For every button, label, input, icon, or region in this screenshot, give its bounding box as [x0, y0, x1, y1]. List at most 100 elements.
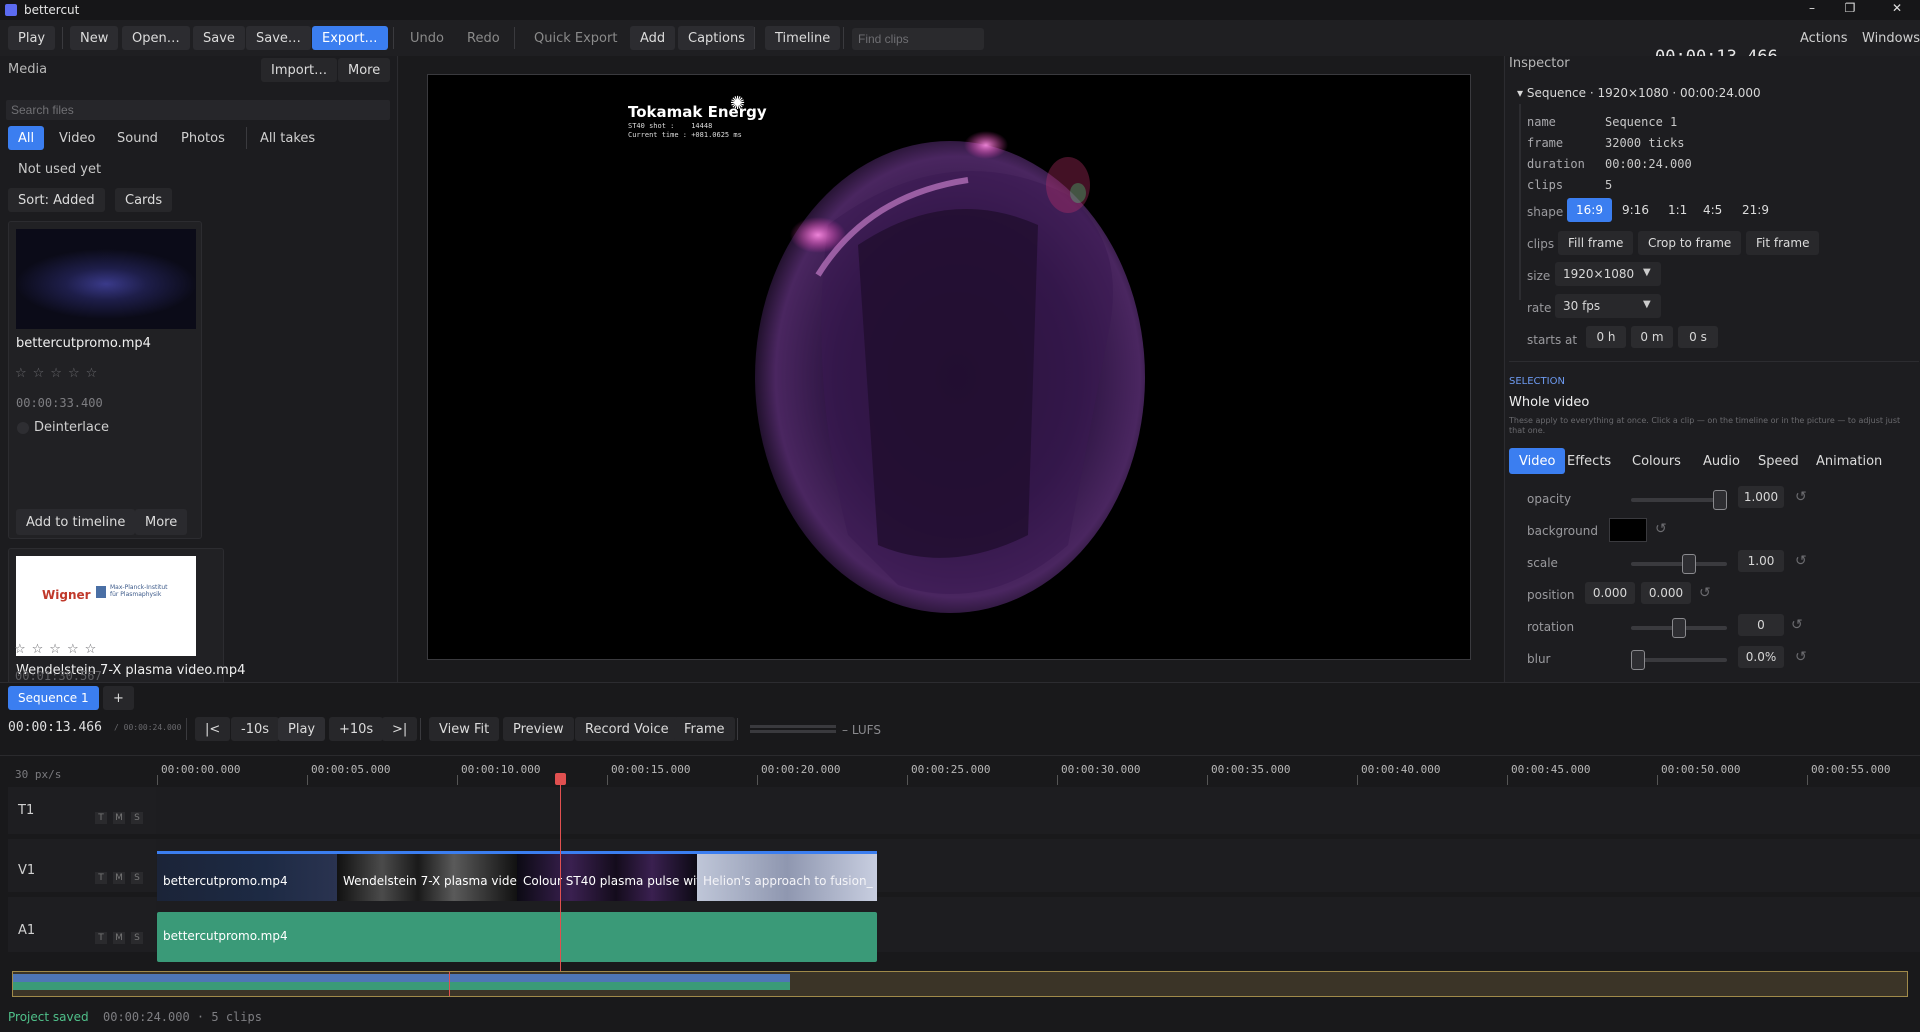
cards-button[interactable]: Cards: [115, 188, 173, 212]
start-seconds[interactable]: 0 s: [1678, 326, 1718, 348]
slider-knob[interactable]: [1672, 618, 1686, 638]
back-10s-button[interactable]: -10s: [231, 717, 280, 741]
position-y[interactable]: 0.000: [1641, 582, 1691, 604]
windows-menu[interactable]: Windows: [1852, 26, 1920, 50]
video-clip[interactable]: Helion's approach to fusion_ Ho: [697, 851, 877, 901]
rating-stars[interactable]: ☆☆☆☆☆: [15, 366, 103, 381]
track-t-toggle[interactable]: T: [95, 932, 107, 944]
crop-to-frame-button[interactable]: Crop to frame: [1638, 231, 1742, 255]
go-start-button[interactable]: |<: [195, 717, 231, 741]
track-t-toggle[interactable]: T: [95, 872, 107, 884]
media-item-more-button[interactable]: More: [135, 509, 188, 535]
rate-select[interactable]: 30 fps ▼: [1555, 294, 1661, 318]
video-clip[interactable]: bettercutpromo.mp4: [157, 851, 337, 901]
size-select[interactable]: 1920×1080 ▼: [1555, 262, 1661, 286]
reset-icon[interactable]: ↺: [1795, 649, 1807, 665]
media-card[interactable]: bettercutpromo.mp4 ☆☆☆☆☆ 00:00:33.400 De…: [8, 221, 202, 539]
scale-value[interactable]: 1.00: [1738, 550, 1784, 572]
go-end-button[interactable]: >|: [382, 717, 418, 741]
track-m-toggle[interactable]: M: [113, 872, 125, 884]
tab-animation[interactable]: Animation: [1806, 448, 1892, 474]
tab-audio[interactable]: Audio: [1693, 448, 1750, 474]
opacity-slider[interactable]: [1631, 490, 1727, 510]
fit-frame-button[interactable]: Fit frame: [1746, 231, 1820, 255]
media-more-button[interactable]: More: [338, 58, 391, 82]
sequence-tab[interactable]: Sequence 1: [8, 686, 99, 710]
actions-menu[interactable]: Actions: [1790, 26, 1858, 50]
start-minutes[interactable]: 0 m: [1631, 326, 1673, 348]
export-button[interactable]: Export…: [312, 26, 388, 50]
import-button[interactable]: Import…: [261, 58, 338, 82]
view-fit-button[interactable]: View Fit: [429, 717, 500, 741]
blur-value[interactable]: 0.0%: [1738, 646, 1784, 668]
filter-sound[interactable]: Sound: [107, 126, 168, 150]
save-as-button[interactable]: Save…: [246, 26, 311, 50]
track-s-toggle[interactable]: S: [131, 932, 143, 944]
reset-icon[interactable]: ↺: [1655, 521, 1667, 537]
blur-slider[interactable]: [1631, 650, 1727, 670]
opacity-value[interactable]: 1.000: [1738, 486, 1784, 508]
shape-21-9[interactable]: 21:9: [1732, 198, 1779, 222]
reset-icon[interactable]: ↺: [1791, 617, 1803, 633]
tab-effects[interactable]: Effects: [1557, 448, 1621, 474]
shape-16-9[interactable]: 16:9: [1567, 198, 1612, 222]
fill-frame-button[interactable]: Fill frame: [1558, 231, 1634, 255]
position-x[interactable]: 0.000: [1585, 582, 1635, 604]
shape-1-1[interactable]: 1:1: [1658, 198, 1697, 222]
slider-knob[interactable]: [1681, 554, 1696, 574]
frame-button[interactable]: Frame: [674, 717, 735, 741]
tab-speed[interactable]: Speed: [1748, 448, 1809, 474]
rating-stars[interactable]: ☆☆☆☆☆: [14, 642, 102, 657]
scale-slider[interactable]: [1631, 554, 1727, 574]
restore-icon[interactable]: ❐: [1835, 1, 1865, 19]
minimize-icon[interactable]: –: [1797, 1, 1827, 19]
media-search-input[interactable]: [6, 100, 390, 120]
preview-button[interactable]: Preview: [503, 717, 574, 741]
sort-button[interactable]: Sort: Added: [8, 188, 105, 212]
redo-button[interactable]: Redo: [457, 26, 510, 50]
timeline-button[interactable]: Timeline: [765, 26, 841, 50]
filter-all[interactable]: All: [8, 126, 45, 150]
shape-9-16[interactable]: 9:16: [1612, 198, 1659, 222]
preview-viewer[interactable]: Tokamak Energy ✺ ST40 shot : 14448 Curre…: [399, 56, 1503, 682]
timeline-overview[interactable]: [12, 971, 1908, 997]
tab-colours[interactable]: Colours: [1622, 448, 1691, 474]
shape-4-5[interactable]: 4:5: [1693, 198, 1732, 222]
video-frame[interactable]: Tokamak Energy ✺ ST40 shot : 14448 Curre…: [427, 74, 1471, 660]
track-m-toggle[interactable]: M: [113, 812, 125, 824]
audio-clip[interactable]: bettercutpromo.mp4: [157, 912, 877, 962]
media-card[interactable]: Wigner Max-Planck-Institut für Plasmaphy…: [8, 548, 245, 688]
add-to-timeline-button[interactable]: Add to timeline: [16, 509, 136, 535]
timeline-play-button[interactable]: Play: [278, 717, 326, 741]
rotation-slider[interactable]: [1631, 618, 1727, 638]
reset-icon[interactable]: ↺: [1699, 585, 1711, 601]
start-hours[interactable]: 0 h: [1586, 326, 1626, 348]
rotation-value[interactable]: 0: [1738, 614, 1784, 636]
new-button[interactable]: New: [70, 26, 119, 50]
sequence-header[interactable]: ▾ Sequence · 1920×1080 · 00:00:24.000: [1517, 86, 1761, 100]
play-button[interactable]: Play: [8, 26, 56, 50]
open-button[interactable]: Open…: [122, 26, 190, 50]
video-clip[interactable]: Wendelstein 7-X plasma video.m: [337, 851, 517, 901]
record-voice-button[interactable]: Record Voice: [575, 717, 679, 741]
track-t-toggle[interactable]: T: [95, 812, 107, 824]
captions-button[interactable]: Captions: [678, 26, 755, 50]
playhead-handle[interactable]: [555, 773, 566, 785]
track-m-toggle[interactable]: M: [113, 932, 125, 944]
reset-icon[interactable]: ↺: [1795, 489, 1807, 505]
filter-all-takes[interactable]: All takes: [250, 126, 325, 150]
slider-knob[interactable]: [1713, 490, 1727, 510]
filter-video[interactable]: Video: [49, 126, 105, 150]
reset-icon[interactable]: ↺: [1795, 553, 1807, 569]
quick-export-button[interactable]: Quick Export: [524, 26, 627, 50]
slider-knob[interactable]: [1631, 650, 1645, 670]
deinterlace-toggle[interactable]: [17, 422, 29, 434]
background-color-swatch[interactable]: [1609, 518, 1647, 542]
video-clip[interactable]: Colour ST40 plasma pulse with l: [517, 851, 697, 901]
time-ruler[interactable]: 00:00:00.000 00:00:05.000 00:00:10.000 00:0…: [157, 763, 1920, 787]
add-button[interactable]: Add: [630, 26, 676, 50]
find-clips-input[interactable]: [852, 28, 984, 50]
track-s-toggle[interactable]: S: [131, 812, 143, 824]
undo-button[interactable]: Undo: [400, 26, 454, 50]
track-s-toggle[interactable]: S: [131, 872, 143, 884]
